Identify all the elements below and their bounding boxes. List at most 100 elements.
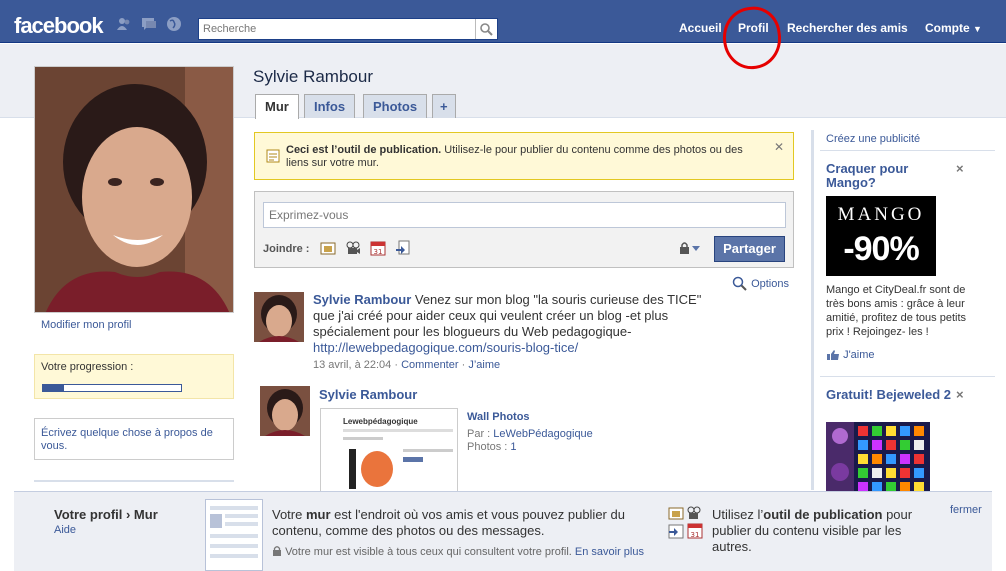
- ad2-image[interactable]: [826, 422, 930, 492]
- thumb-line: [403, 449, 453, 452]
- thumb-line: [210, 554, 258, 558]
- thumb-line: [225, 514, 258, 518]
- thumb-line: [210, 506, 258, 510]
- thumb-logo-bar: [349, 449, 356, 489]
- ad1-image-brand: MANGO: [837, 204, 925, 225]
- help-text-pre: Votre: [272, 507, 306, 522]
- story1-like-link[interactable]: J’aime: [468, 359, 500, 371]
- learn-more-link[interactable]: En savoir plus: [575, 546, 644, 558]
- create-ad-link[interactable]: Créez une publicité: [826, 133, 920, 145]
- lock-icon: [273, 546, 281, 556]
- thumb-block: [210, 514, 222, 528]
- status-input[interactable]: [263, 202, 786, 228]
- help-bar-title: Votre profil › Mur: [54, 507, 158, 522]
- ad1-text: Mango et CityDeal.fr sont de très bons a…: [826, 284, 967, 338]
- ad2-close-icon[interactable]: ×: [956, 387, 964, 402]
- photo-attach-icon[interactable]: [320, 240, 336, 256]
- close-icon[interactable]: ✕: [774, 140, 784, 154]
- progress-fill: [43, 385, 64, 391]
- friend-requests-icon[interactable]: [116, 17, 132, 31]
- thumb-line: [210, 534, 258, 538]
- ad1-like-label: J'aime: [843, 349, 875, 361]
- story1-link[interactable]: http://lewebpedagogique.com/souris-blog-…: [313, 340, 578, 355]
- by-name-link[interactable]: LeWebPédagogique: [493, 428, 593, 440]
- thumb-line: [210, 544, 258, 548]
- notifications-globe-icon[interactable]: [166, 16, 182, 32]
- svg-text:31: 31: [691, 531, 700, 539]
- story1-actor[interactable]: Sylvie Rambour: [313, 292, 411, 307]
- profile-photo[interactable]: [34, 66, 234, 313]
- share-button[interactable]: Partager: [714, 236, 785, 262]
- progress-bar: [42, 384, 182, 392]
- help-note-text: Votre mur est visible à tous ceux qui co…: [285, 546, 575, 558]
- tab-info[interactable]: Infos: [304, 94, 356, 118]
- story1-avatar[interactable]: [254, 292, 304, 342]
- progress-box: Votre progression :: [34, 354, 234, 399]
- help-bar-close[interactable]: fermer: [950, 504, 982, 516]
- privacy-selector[interactable]: [679, 241, 703, 258]
- facebook-logo[interactable]: facebook: [14, 13, 104, 39]
- nav-find-friends[interactable]: Rechercher des amis: [787, 21, 908, 35]
- edit-profile-link[interactable]: Modifier mon profil: [41, 319, 131, 331]
- event-attach-icon[interactable]: 31: [370, 240, 386, 256]
- wall-photos-title[interactable]: Wall Photos: [467, 411, 530, 423]
- magnifier-icon: [732, 276, 747, 291]
- wall-photo-thumbnail[interactable]: Lewebpédagogique: [320, 408, 458, 492]
- nav-account[interactable]: Compte ▼: [925, 21, 982, 35]
- photos-label: Photos :: [467, 441, 511, 453]
- publisher-tip-title: Ceci est l’outil de publication.: [286, 144, 442, 156]
- ad1-like[interactable]: J'aime: [826, 349, 875, 361]
- story1-comment-link[interactable]: Commenter: [401, 359, 458, 371]
- nav-account-label: Compte: [925, 21, 970, 35]
- link-attach-icon[interactable]: [395, 240, 411, 256]
- thumb-line: [343, 429, 453, 432]
- story1-meta: 13 avril, à 22:04 · Commenter · J’aime: [313, 359, 500, 371]
- messages-icon[interactable]: [141, 17, 157, 31]
- wall-preview-thumbnail: [205, 499, 263, 571]
- ad1-close-icon[interactable]: ×: [956, 161, 964, 176]
- lock-icon: [680, 242, 700, 254]
- tab-photos[interactable]: Photos: [363, 94, 428, 118]
- profile-name: Sylvie Rambour: [253, 67, 373, 86]
- tab-wall[interactable]: Mur: [255, 94, 299, 119]
- ad-separator: [820, 376, 995, 377]
- ad1-image-discount: -90%: [843, 230, 919, 268]
- search-button[interactable]: [475, 19, 497, 39]
- story1-body: Sylvie Rambour Venez sur mon blog "la so…: [313, 292, 713, 356]
- search-input[interactable]: [203, 21, 473, 37]
- nav-home[interactable]: Accueil: [679, 21, 722, 35]
- note-icon: [266, 149, 280, 163]
- photos-count[interactable]: 1: [510, 441, 516, 453]
- thumbs-up-icon: [827, 350, 839, 361]
- help-bar-note: Votre mur est visible à tous ceux qui co…: [272, 545, 644, 558]
- story2-avatar[interactable]: [260, 386, 310, 436]
- by-label: Par :: [467, 428, 494, 440]
- ad-separator: [820, 150, 995, 151]
- publisher-tip: Ceci est l’outil de publication. Utilise…: [254, 132, 794, 180]
- ad2-image-gems: [826, 422, 930, 492]
- attach-label: Joindre :: [263, 243, 310, 255]
- chevron-down-icon: ▼: [973, 24, 982, 34]
- feed-options[interactable]: Options: [732, 276, 789, 292]
- ad1-title[interactable]: Craquer pour Mango?: [826, 162, 956, 190]
- search-box: [198, 18, 498, 40]
- tool-text-bold: outil de publication: [763, 507, 883, 522]
- help-text-bold: mur: [305, 507, 331, 522]
- ad2-title[interactable]: Gratuit! Bejeweled 2: [826, 388, 956, 402]
- thumb-logo-mark: [361, 451, 393, 487]
- svg-text:31: 31: [374, 248, 383, 256]
- thumb-line: [343, 437, 383, 440]
- tab-add[interactable]: +: [432, 94, 456, 118]
- story1-sep: ·: [458, 359, 469, 371]
- ad1-image[interactable]: MANGO -90%: [826, 196, 936, 276]
- about-me-prompt[interactable]: Écrivez quelque chose à propos de vous.: [34, 418, 234, 460]
- publisher-tools-icons: 31: [668, 506, 703, 539]
- help-bar-text: Votre mur est l'endroit où vos amis et v…: [272, 507, 642, 539]
- help-link[interactable]: Aide: [54, 524, 76, 536]
- story2-actor[interactable]: Sylvie Rambour: [319, 387, 417, 402]
- thumb-button: [403, 457, 423, 462]
- video-attach-icon[interactable]: [345, 240, 361, 256]
- publisher-tip-text: Ceci est l’outil de publication. Utilise…: [286, 144, 756, 170]
- thumb-line: [225, 522, 258, 526]
- progress-label: Votre progression :: [41, 361, 134, 373]
